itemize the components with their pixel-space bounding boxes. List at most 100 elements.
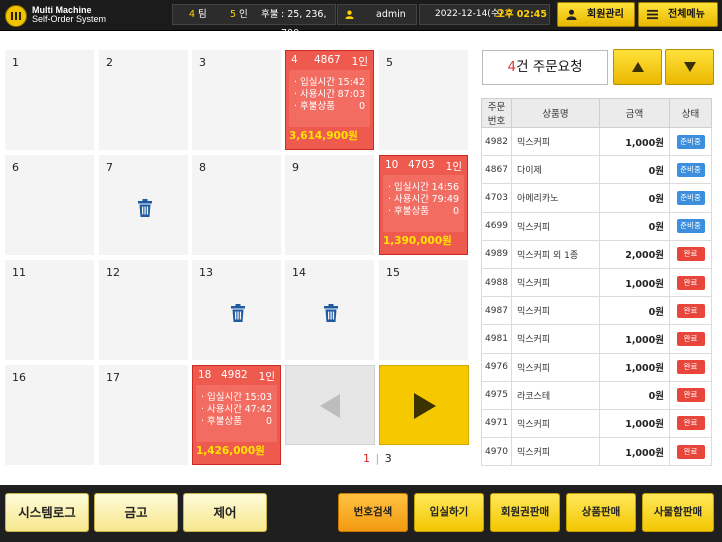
seat-cell[interactable]: 2 [99,50,188,150]
member-number: 4703 [408,159,435,171]
order-status-cell: 준비중 [669,155,712,185]
status-badge[interactable]: 완료 [676,247,705,262]
member-management-button[interactable]: 회원관리 [557,2,635,27]
seat-cell[interactable]: 6 [5,155,94,255]
table-row[interactable]: 4988 믹스커피 1,000원 완료 [481,267,712,298]
seat-cell[interactable]: 16 [5,365,94,465]
locker-sale-button[interactable]: 사물함판매 [642,493,714,532]
checkin-time: 15:42 [337,77,365,88]
team-unit: 팀 [198,9,207,20]
status-badge[interactable]: 준비중 [676,162,705,177]
order-request-count: 4건 주문요청 [482,50,608,85]
all-menu-button[interactable]: 전체메뉴 [638,2,718,27]
table-row[interactable]: 4989 믹스커피 외 1종 2,000원 완료 [481,239,712,269]
seat-amount: 1,390,000원 [383,235,452,247]
triangle-right-icon [414,393,436,419]
status-badge[interactable]: 완료 [676,303,705,318]
product-name: 믹스커피 [511,352,600,382]
order-number: 4975 [481,380,512,410]
seat-number: 11 [12,266,26,279]
seat-number: 6 [12,161,19,174]
order-status-cell: 완료 [669,296,712,326]
status-badge[interactable]: 준비중 [676,219,705,234]
top-bar: Multi Machine Self-Order System 4 팀 5 인 … [0,0,722,39]
order-status-cell: 준비중 [669,183,712,213]
table-row[interactable]: 4982 믹스커피 1,000원 준비중 [481,126,712,157]
user-name: admin [376,9,406,20]
postpaid-label: · 후불상품 [294,101,335,112]
seat-cell[interactable]: 17 [99,365,188,465]
postpaid-value: 0 [265,416,272,427]
order-number: 4989 [481,239,512,269]
status-badge[interactable]: 완료 [676,360,705,375]
seat-cell[interactable]: 9 [285,155,374,255]
status-badge[interactable]: 완료 [676,331,705,346]
current-page[interactable]: 1 [363,452,370,465]
occupied-seat-cell[interactable]: 4 4867 1인 · 입실시간 15:42 · 사용시간 87:03 · 후불상품… [285,50,374,150]
col-product-name: 상품명 [511,98,600,128]
scroll-down-button[interactable] [665,49,714,85]
seat-cell[interactable]: 14 [285,260,374,360]
seat-number: 5 [386,56,393,69]
table-row[interactable]: 4987 믹스커피 0원 완료 [481,296,712,326]
order-number: 4971 [481,408,512,439]
status-badge[interactable]: 완료 [676,388,705,403]
product-name: 믹스커피 [511,211,600,241]
product-name: 아메리카노 [511,183,600,213]
checkin-label: · 입실시간 [388,182,429,193]
control-button[interactable]: 제어 [183,493,267,532]
table-row[interactable]: 4976 믹스커피 1,000원 완료 [481,352,712,382]
status-badge[interactable]: 완료 [676,444,705,459]
seat-cell[interactable]: 11 [5,260,94,360]
table-row[interactable]: 4699 믹스커피 0원 준비중 [481,211,712,241]
next-page-button[interactable] [379,365,469,445]
status-badge[interactable]: 준비중 [676,190,705,205]
seat-cell[interactable]: 12 [99,260,188,360]
people-unit: 인 [239,9,248,20]
member-number: 4982 [221,369,248,381]
status-badge[interactable]: 완료 [676,416,705,431]
seat-cell[interactable]: 5 [379,50,468,150]
membership-sale-button[interactable]: 회원권판매 [490,493,560,532]
seat-cell[interactable]: 1 [5,50,94,150]
product-sale-button[interactable]: 상품판매 [566,493,636,532]
seat-cell[interactable]: 7 [99,155,188,255]
postpaid-value: 0 [358,101,365,112]
seat-cell[interactable]: 13 [192,260,281,360]
col-order-no: 주문 번호 [481,98,512,128]
order-amount: 1,000원 [599,324,670,354]
table-row[interactable]: 4703 아메리카노 0원 준비중 [481,183,712,213]
trash-icon[interactable] [230,304,246,322]
safe-button[interactable]: 금고 [94,493,178,532]
table-row[interactable]: 4981 믹스커피 1,000원 완료 [481,324,712,354]
check-in-button[interactable]: 입실하기 [414,493,484,532]
number-search-button[interactable]: 번호검색 [338,493,408,532]
seat-amount: 3,614,900원 [289,130,358,142]
table-row[interactable]: 4867 다이제 0원 준비중 [481,155,712,185]
table-row[interactable]: 4975 라코스테 0원 완료 [481,380,712,410]
current-date: 2022-12-14(수) [435,9,503,19]
trash-icon[interactable] [323,304,339,322]
trash-icon[interactable] [137,199,153,217]
order-amount: 0원 [599,380,670,410]
hamburger-icon [647,9,658,20]
seat-cell[interactable]: 15 [379,260,468,360]
order-number: 4699 [481,211,512,241]
bottom-toolbar: 시스템로그 금고 제어 번호검색 입실하기 회원권판매 상품판매 사물함판매 [0,485,722,542]
order-amount: 1,000원 [599,267,670,298]
scroll-up-button[interactable] [613,49,662,85]
order-number: 4988 [481,267,512,298]
table-row[interactable]: 4971 믹스커피 1,000원 완료 [481,408,712,439]
occupied-seat-cell[interactable]: 18 4982 1인 · 입실시간 15:03 · 사용시간 47:42 · 후불상… [192,365,281,465]
occupied-seat-cell[interactable]: 10 4703 1인 · 입실시간 14:56 · 사용시간 79:49 · 후불상… [379,155,468,255]
table-row[interactable]: 4970 믹스커피 1,000원 완료 [481,437,712,467]
usage-time: 47:42 [244,404,272,415]
current-user: admin [337,4,417,25]
total-pages[interactable]: 3 [385,452,392,465]
status-badge[interactable]: 준비중 [676,134,705,149]
seat-cell[interactable]: 3 [192,50,281,150]
system-log-button[interactable]: 시스템로그 [5,493,89,532]
status-badge[interactable]: 완료 [676,275,705,290]
prev-page-button[interactable] [285,365,375,445]
seat-cell[interactable]: 8 [192,155,281,255]
